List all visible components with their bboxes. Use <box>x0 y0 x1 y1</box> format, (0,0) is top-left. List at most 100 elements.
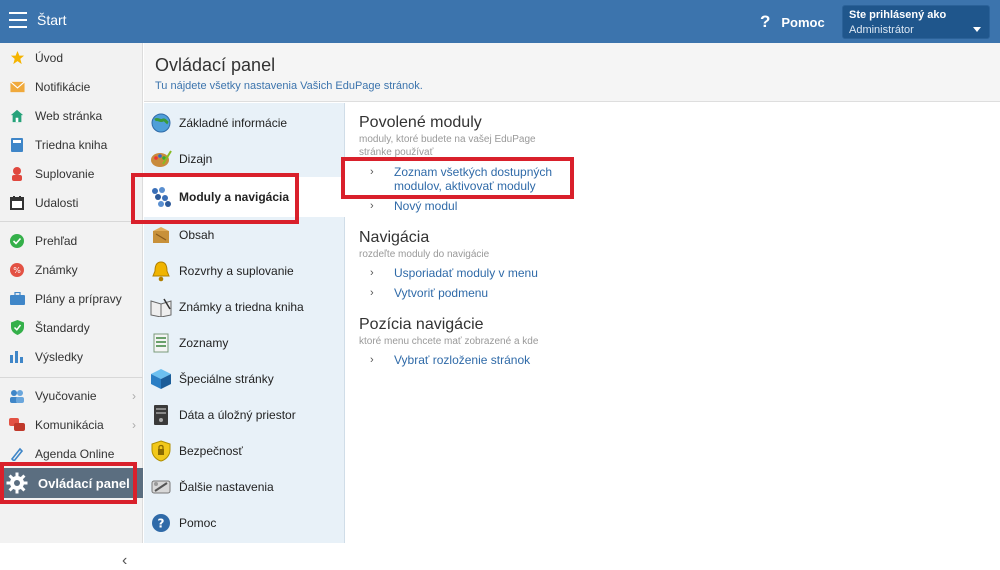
sidebar-item-label: Notifikácie <box>35 79 91 94</box>
sidebar: Úvod Notifikácie Web stránka Triedna kni… <box>0 43 143 569</box>
link-vybrat-rozlozenie[interactable]: › Vybrať rozloženie stránok <box>370 353 530 367</box>
lock-shield-icon <box>150 440 172 462</box>
chevron-right-icon: › <box>370 354 374 366</box>
chat-icon <box>9 417 25 433</box>
book-icon <box>9 137 25 153</box>
sidebar-item-web-stranka[interactable]: Web stránka <box>0 101 143 130</box>
help-icon: ? <box>150 512 172 534</box>
sidebar-item-komunikacia[interactable]: Komunikácia › <box>0 410 143 439</box>
sidebar-item-standardy[interactable]: Štandardy <box>0 313 143 342</box>
sidebar-item-label: Triedna kniha <box>35 137 108 152</box>
sidebar-item-ovladaci-panel[interactable]: Ovládací panel <box>0 468 143 498</box>
notebook-icon <box>150 296 172 318</box>
menu-item-rozvrhy[interactable]: Rozvrhy a suplovanie <box>144 253 344 289</box>
menu-item-label: Známky a triedna kniha <box>179 300 304 314</box>
link-text: Nový modul <box>394 199 458 213</box>
person-icon <box>9 166 25 182</box>
menu-item-label: Bezpečnosť <box>179 444 243 458</box>
menu-item-dizajn[interactable]: Dizajn <box>144 141 344 177</box>
star-icon <box>9 50 25 66</box>
link-text: Usporiadať moduly v menu <box>394 266 538 280</box>
calendar-icon <box>9 195 25 211</box>
chevron-right-icon: › <box>370 200 374 212</box>
menu-item-label: Špeciálne stránky <box>179 372 274 386</box>
palette-icon <box>150 148 172 170</box>
page-subtitle: Tu nájdete všetky nastavenia Vašich EduP… <box>155 80 423 92</box>
link-line: modulov, aktivovať moduly <box>394 179 536 193</box>
bell-icon <box>150 260 172 282</box>
sidebar-item-label: Komunikácia <box>35 417 104 432</box>
grade-icon: % <box>9 262 25 278</box>
menu-item-data-a-ulozny-priestor[interactable]: Dáta a úložný priestor <box>144 397 344 433</box>
link-vytvorit-podmenu[interactable]: › Vytvoriť podmenu <box>370 286 488 300</box>
menu-item-obsah[interactable]: Obsah <box>144 217 344 253</box>
menu-item-zoznamy[interactable]: Zoznamy <box>144 325 344 361</box>
sidebar-item-suplovanie[interactable]: Suplovanie <box>0 159 143 188</box>
menu-item-pomoc[interactable]: ? Pomoc <box>144 505 344 541</box>
chevron-right-icon: › <box>370 166 374 178</box>
link-novy-modul[interactable]: › Nový modul <box>370 199 457 213</box>
sidebar-item-udalosti[interactable]: Udalosti <box>0 188 143 217</box>
user-logged-in-label: Ste prihlásený ako <box>849 9 947 21</box>
menu-item-bezpecnost[interactable]: Bezpečnosť <box>144 433 344 469</box>
collapse-sidebar-chevron-icon[interactable]: ‹ <box>122 552 127 570</box>
settings-content: Povolené moduly moduly, ktoré budete na … <box>346 103 1000 543</box>
user-account-dropdown[interactable]: Ste prihlásený ako Administrátor <box>842 5 990 39</box>
globe-icon <box>150 112 172 134</box>
sidebar-item-label: Agenda Online <box>35 446 115 461</box>
help-label: Pomoc <box>781 14 825 30</box>
sidebar-item-vyucovanie[interactable]: Vyučovanie › <box>0 381 143 410</box>
settings-menu: Základné informácie Dizajn Moduly a navi… <box>144 103 345 543</box>
server-icon <box>150 404 172 426</box>
sidebar-item-triedna-kniha[interactable]: Triedna kniha <box>0 130 143 159</box>
sidebar-item-label: Vyučovanie <box>35 388 97 403</box>
user-role: Administrátor <box>849 24 914 36</box>
menu-item-znamky-a-triedna-kniha[interactable]: Známky a triedna kniha <box>144 289 344 325</box>
help-button[interactable]: ? Pomoc <box>760 12 825 32</box>
page-header: Ovládací panel Tu nájdete všetky nastave… <box>144 43 1000 102</box>
sidebar-item-uvod[interactable]: Úvod <box>0 43 143 72</box>
menu-item-zakladne-informacie[interactable]: Základné informácie <box>144 105 344 141</box>
app-title[interactable]: Štart <box>37 12 67 28</box>
menu-item-label: Základné informácie <box>179 116 288 130</box>
link-text: Zoznam všetkých dostupných modulov, aktiv… <box>394 165 552 193</box>
sidebar-item-plany[interactable]: Plány a prípravy <box>0 284 143 313</box>
bar-chart-icon <box>9 349 25 365</box>
sidebar-divider <box>0 377 143 378</box>
page-title: Ovládací panel <box>155 55 276 75</box>
menu-item-specialne-stranky[interactable]: Špeciálne stránky <box>144 361 344 397</box>
menu-item-dalsie-nastavenia[interactable]: Ďalšie nastavenia <box>144 469 344 505</box>
list-icon <box>150 332 172 354</box>
house-icon <box>9 108 25 124</box>
sidebar-item-notifikacie[interactable]: Notifikácie <box>0 72 143 101</box>
modules-icon <box>150 186 172 208</box>
menu-item-label: Pomoc <box>179 516 217 530</box>
link-zoznam-modulov[interactable]: › Zoznam všetkých dostupných modulov, akt… <box>370 165 552 193</box>
menu-item-label: Moduly a navigácia <box>179 190 290 204</box>
menu-item-moduly-a-navigacia[interactable]: Moduly a navigácia <box>144 177 345 217</box>
link-usporiadat-moduly[interactable]: › Usporiadať moduly v menu <box>370 266 538 280</box>
link-line: Zoznam všetkých dostupných <box>394 165 553 179</box>
section-title-povolene-moduly: Povolené moduly <box>359 114 482 131</box>
sidebar-item-label: Suplovanie <box>35 166 95 181</box>
section-title-pozicia-navigacie: Pozícia navigácie <box>359 316 484 333</box>
sidebar-item-vysledky[interactable]: Výsledky <box>0 342 143 371</box>
sidebar-item-label: Úvod <box>35 50 64 65</box>
section-subtitle-line: stránke používať <box>359 147 434 158</box>
link-text: Vybrať rozloženie stránok <box>394 353 531 367</box>
box-icon <box>150 224 172 246</box>
menu-item-label: Dizajn <box>179 152 213 166</box>
sidebar-item-label: Web stránka <box>35 108 103 123</box>
sidebar-item-prehlad[interactable]: Prehľad <box>0 226 143 255</box>
hamburger-menu-icon[interactable] <box>9 12 27 28</box>
sidebar-item-agenda-online[interactable]: Agenda Online <box>0 439 143 468</box>
sidebar-item-znamky[interactable]: % Známky <box>0 255 143 284</box>
sidebar-item-label: Známky <box>35 262 78 277</box>
section-subtitle-line: moduly, ktoré budete na vašej EduPage <box>359 134 536 145</box>
menu-item-label: Dáta a úložný priestor <box>179 408 296 422</box>
envelope-icon <box>9 79 25 95</box>
chevron-right-icon: › <box>132 388 136 403</box>
check-circle-icon <box>9 233 25 249</box>
caret-down-icon <box>973 27 981 32</box>
gear-icon <box>6 472 28 494</box>
